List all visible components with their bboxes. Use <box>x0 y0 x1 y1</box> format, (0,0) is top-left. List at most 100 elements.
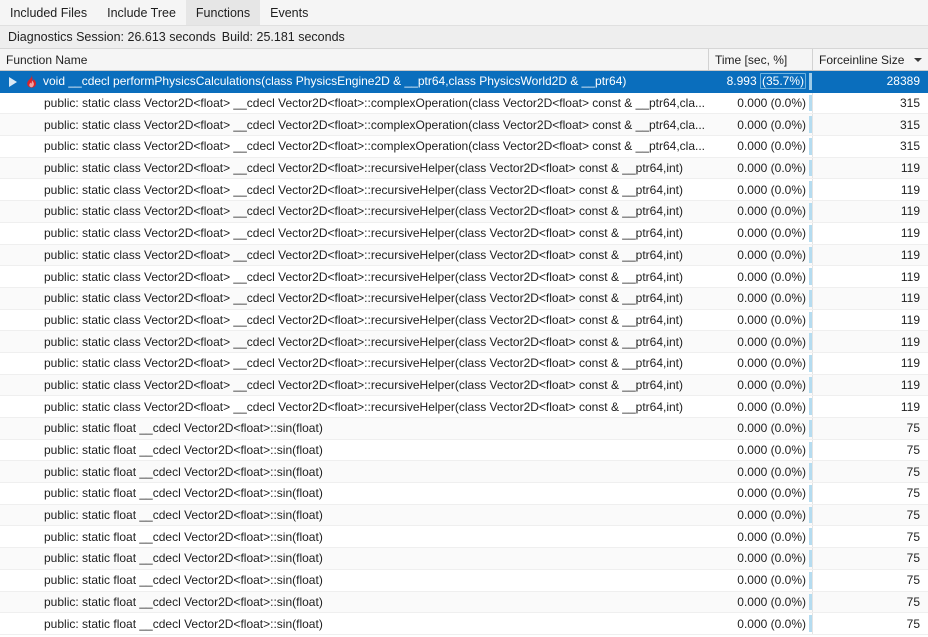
tab-events[interactable]: Events <box>260 0 318 25</box>
cell-function-name: public: static class Vector2D<float> __c… <box>0 266 709 287</box>
table-row[interactable]: public: static class Vector2D<float> __c… <box>0 288 928 310</box>
column-header-function-name-label: Function Name <box>6 53 87 67</box>
time-percent: (0.0%) <box>771 96 806 110</box>
cell-forceinline-size: 75 <box>813 570 928 591</box>
time-seconds: 0.000 <box>737 204 767 218</box>
function-name-text: public: static float __cdecl Vector2D<fl… <box>44 595 323 609</box>
table-row[interactable]: public: static class Vector2D<float> __c… <box>0 179 928 201</box>
table-row[interactable]: public: static float __cdecl Vector2D<fl… <box>0 548 928 570</box>
cell-function-name: public: static float __cdecl Vector2D<fl… <box>0 483 709 504</box>
forceinline-size-text: 315 <box>900 96 920 110</box>
forceinline-size-text: 75 <box>907 551 920 565</box>
table-row[interactable]: public: static class Vector2D<float> __c… <box>0 93 928 115</box>
table-row[interactable]: public: static class Vector2D<float> __c… <box>0 158 928 180</box>
table-row[interactable]: public: static class Vector2D<float> __c… <box>0 266 928 288</box>
table-row[interactable]: public: static float __cdecl Vector2D<fl… <box>0 592 928 614</box>
cell-time: 0.000 (0.0%) <box>709 353 813 374</box>
table-row[interactable]: public: static class Vector2D<float> __c… <box>0 223 928 245</box>
table-row[interactable]: public: static float __cdecl Vector2D<fl… <box>0 418 928 440</box>
time-seconds: 0.000 <box>737 356 767 370</box>
table-row[interactable]: public: static float __cdecl Vector2D<fl… <box>0 526 928 548</box>
cell-time: 0.000 (0.0%) <box>709 310 813 331</box>
cell-time: 0.000 (0.0%) <box>709 526 813 547</box>
time-seconds: 0.000 <box>737 226 767 240</box>
function-name-text: public: static class Vector2D<float> __c… <box>44 270 683 284</box>
table-row[interactable]: public: static class Vector2D<float> __c… <box>0 114 928 136</box>
table-row[interactable]: public: static class Vector2D<float> __c… <box>0 353 928 375</box>
flame-icon-svg <box>25 74 38 88</box>
time-percent: (0.0%) <box>771 356 806 370</box>
table-row[interactable]: public: static class Vector2D<float> __c… <box>0 396 928 418</box>
cell-function-name: public: static class Vector2D<float> __c… <box>0 288 709 309</box>
time-seconds: 8.993 <box>727 74 757 88</box>
table-row[interactable]: public: static class Vector2D<float> __c… <box>0 136 928 158</box>
column-header-forceinline-size[interactable]: Forceinline Size <box>813 49 928 70</box>
cell-time: 0.000 (0.0%) <box>709 158 813 179</box>
table-row[interactable]: public: static float __cdecl Vector2D<fl… <box>0 440 928 462</box>
table-row[interactable]: public: static float __cdecl Vector2D<fl… <box>0 613 928 635</box>
cell-time: 0.000 (0.0%) <box>709 93 813 114</box>
grid-rows: void __cdecl performPhysicsCalculations(… <box>0 71 928 635</box>
cell-forceinline-size: 75 <box>813 483 928 504</box>
time-value-text: 0.000 (0.0%) <box>737 530 810 544</box>
table-row[interactable]: public: static float __cdecl Vector2D<fl… <box>0 505 928 527</box>
column-header-time[interactable]: Time [sec, %] <box>709 49 813 70</box>
tab-include-tree[interactable]: Include Tree <box>97 0 186 25</box>
forceinline-size-text: 28389 <box>887 74 920 88</box>
time-value-text: 0.000 (0.0%) <box>737 400 810 414</box>
grid-header-row: Function Name Time [sec, %] Forceinline … <box>0 49 928 71</box>
table-row[interactable]: public: static class Vector2D<float> __c… <box>0 331 928 353</box>
time-value-text: 0.000 (0.0%) <box>737 573 810 587</box>
time-seconds: 0.000 <box>737 573 767 587</box>
cell-forceinline-size: 75 <box>813 440 928 461</box>
time-percent: (0.0%) <box>771 573 806 587</box>
column-header-function-name[interactable]: Function Name <box>0 49 709 70</box>
time-seconds: 0.000 <box>737 313 767 327</box>
table-row[interactable]: public: static float __cdecl Vector2D<fl… <box>0 461 928 483</box>
tab-included-files[interactable]: Included Files <box>0 0 97 25</box>
cell-function-name: public: static float __cdecl Vector2D<fl… <box>0 613 709 634</box>
time-percent: (0.0%) <box>771 248 806 262</box>
time-percent: (0.0%) <box>771 291 806 305</box>
cell-function-name: public: static class Vector2D<float> __c… <box>0 223 709 244</box>
cell-time: 0.000 (0.0%) <box>709 483 813 504</box>
time-value-text: 0.000 (0.0%) <box>737 421 810 435</box>
table-row[interactable]: public: static float __cdecl Vector2D<fl… <box>0 570 928 592</box>
table-row[interactable]: public: static class Vector2D<float> __c… <box>0 201 928 223</box>
table-row[interactable]: public: static class Vector2D<float> __c… <box>0 375 928 397</box>
cell-function-name: public: static float __cdecl Vector2D<fl… <box>0 592 709 613</box>
time-seconds: 0.000 <box>737 161 767 175</box>
function-name-text: void __cdecl performPhysicsCalculations(… <box>43 74 626 88</box>
table-row[interactable]: public: static class Vector2D<float> __c… <box>0 310 928 332</box>
expander-triangle-icon[interactable] <box>8 75 21 88</box>
function-name-text: public: static float __cdecl Vector2D<fl… <box>44 617 323 631</box>
time-percent: (0.0%) <box>771 161 806 175</box>
forceinline-size-text: 119 <box>901 248 920 262</box>
function-name-text: public: static class Vector2D<float> __c… <box>44 226 683 240</box>
time-value-text: 0.000 (0.0%) <box>737 161 810 175</box>
forceinline-size-text: 75 <box>907 421 920 435</box>
function-name-text: public: static class Vector2D<float> __c… <box>44 291 683 305</box>
table-row[interactable]: void __cdecl performPhysicsCalculations(… <box>0 71 928 93</box>
function-name-text: public: static class Vector2D<float> __c… <box>44 204 683 218</box>
cell-forceinline-size: 119 <box>813 288 928 309</box>
tab-label: Include Tree <box>107 6 176 20</box>
time-value-text: 8.993 (35.7%) <box>727 74 810 88</box>
time-percent: (0.0%) <box>771 313 806 327</box>
time-percent: (0.0%) <box>771 226 806 240</box>
cell-time: 0.000 (0.0%) <box>709 570 813 591</box>
cell-time: 0.000 (0.0%) <box>709 288 813 309</box>
table-row[interactable]: public: static float __cdecl Vector2D<fl… <box>0 483 928 505</box>
cell-time: 0.000 (0.0%) <box>709 440 813 461</box>
time-percent: (0.0%) <box>771 204 806 218</box>
cell-function-name: public: static class Vector2D<float> __c… <box>0 396 709 417</box>
function-name-text: public: static class Vector2D<float> __c… <box>44 248 683 262</box>
table-row[interactable]: public: static class Vector2D<float> __c… <box>0 245 928 267</box>
forceinline-size-text: 75 <box>907 530 920 544</box>
forceinline-size-text: 119 <box>901 313 920 327</box>
tab-label: Functions <box>196 6 250 20</box>
time-value-text: 0.000 (0.0%) <box>737 378 810 392</box>
cell-function-name: public: static class Vector2D<float> __c… <box>0 310 709 331</box>
time-value-text: 0.000 (0.0%) <box>737 183 810 197</box>
tab-functions[interactable]: Functions <box>186 0 260 25</box>
